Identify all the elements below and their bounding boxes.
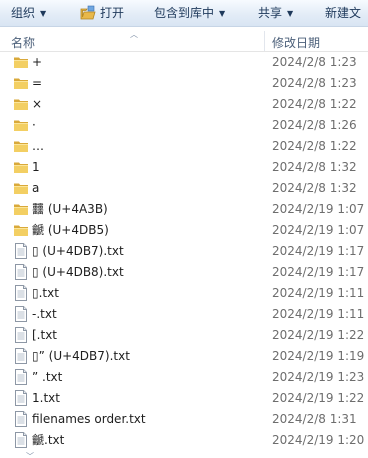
open-label: 打开 (100, 6, 125, 20)
file-name: 䶵.txt (32, 433, 65, 447)
file-name: … (32, 139, 44, 153)
file-date-modified: 2024/2/19 1:19 (272, 349, 365, 363)
folder-icon (13, 54, 29, 70)
column-header: ︿ 名称 修改日期 (0, 27, 368, 52)
chevron-down-icon: ▼ (40, 9, 47, 18)
open-button[interactable]: 打开 (80, 0, 124, 26)
file-name: ▯ (U+4DB7).txt (32, 244, 124, 258)
file-date-modified: 2024/2/8 1:23 (272, 55, 357, 69)
file-date-modified: 2024/2/8 1:26 (272, 118, 357, 132)
file-date-modified: 2024/2/19 1:22 (272, 328, 365, 342)
chevron-down-icon: ▼ (219, 9, 226, 18)
file-date-modified: 2024/2/19 1:17 (272, 265, 365, 279)
file-date-modified: 2024/2/19 1:11 (272, 307, 365, 321)
text-file-icon (13, 243, 29, 259)
folder-icon (13, 96, 29, 112)
file-list: +2024/2/8 1:23 = 2024/2/8 1:23 × 2024/2/8 1:… (0, 52, 368, 451)
file-row[interactable]: ▯” (U+4DB7).txt 2024/2/19 1:19 (0, 346, 368, 367)
column-divider[interactable] (264, 31, 265, 51)
file-name: 䨻 (U+4A3B) (32, 202, 108, 216)
file-name: × (32, 97, 43, 111)
organize-menu-button[interactable]: 组织 ▼ (11, 0, 46, 26)
file-date-modified: 2024/2/19 1:22 (272, 391, 365, 405)
file-name: 1.txt (32, 391, 60, 405)
file-name: ” .txt (32, 370, 63, 384)
folder-icon (13, 138, 29, 154)
text-file-icon (13, 348, 29, 364)
folder-icon (13, 201, 29, 217)
text-file-icon (13, 264, 29, 280)
file-row[interactable]: ▯ (U+4DB7).txt 2024/2/19 1:17 (0, 241, 368, 262)
file-date-modified: 2024/2/19 1:07 (272, 223, 365, 237)
folder-icon (13, 222, 29, 238)
file-date-modified: 2024/2/8 1:32 (272, 160, 357, 174)
folder-icon (13, 159, 29, 175)
folder-row[interactable]: × 2024/2/8 1:22 (0, 94, 368, 115)
file-date-modified: 2024/2/19 1:20 (272, 433, 365, 447)
new-folder-label: 新建文 (325, 6, 362, 20)
file-name: filenames order.txt (32, 412, 146, 426)
file-row[interactable]: ▯ (U+4DB8).txt 2024/2/19 1:17 (0, 262, 368, 283)
sort-ascending-icon: ︿ (130, 30, 138, 39)
file-date-modified: 2024/2/8 1:22 (272, 97, 357, 111)
file-row[interactable]: ▯.txt 2024/2/19 1:11 (0, 283, 368, 304)
folder-row[interactable]: · 2024/2/8 1:26 (0, 115, 368, 136)
file-row[interactable]: filenames order.txt 2024/2/8 1:31 (0, 409, 368, 430)
folder-row[interactable]: a 2024/2/8 1:32 (0, 178, 368, 199)
text-file-icon (13, 306, 29, 322)
file-name: [.txt (32, 328, 58, 342)
command-bar: 组织 ▼ 打开 包含到库中 ▼ 共享 ▼ 新建文 (0, 0, 368, 27)
file-date-modified: 2024/2/8 1:23 (272, 76, 357, 90)
file-name: ▯ (U+4DB8).txt (32, 265, 124, 279)
folder-row[interactable]: +2024/2/8 1:23 (0, 52, 368, 73)
file-name: ▯” (U+4DB7).txt (32, 349, 130, 363)
folder-row[interactable]: … 2024/2/8 1:22 (0, 136, 368, 157)
include-in-library-button[interactable]: 包含到库中 ▼ (154, 0, 225, 26)
file-row[interactable]: 䶵.txt 2024/2/19 1:20 (0, 430, 368, 451)
file-name: 䶵 (U+4DB5) (32, 223, 109, 237)
text-file-icon (13, 327, 29, 343)
file-date-modified: 2024/2/8 1:22 (272, 139, 357, 153)
file-name: 1 (32, 160, 40, 174)
file-row[interactable]: [.txt 2024/2/19 1:22 (0, 325, 368, 346)
file-date-modified: 2024/2/19 1:17 (272, 244, 365, 258)
scroll-down-icon[interactable]: ﹀ (26, 451, 34, 458)
folder-row[interactable]: = 2024/2/8 1:23 (0, 73, 368, 94)
explorer-window: 组织 ▼ 打开 包含到库中 ▼ 共享 ▼ 新建文 ︿ 名称 修改日期 +2024/2/… (0, 0, 368, 458)
text-file-icon (13, 390, 29, 406)
file-date-modified: 2024/2/19 1:07 (272, 202, 365, 216)
file-name: · (32, 118, 36, 132)
file-name: ▯.txt (32, 286, 59, 300)
folder-row[interactable]: 䶵 (U+4DB5) 2024/2/19 1:07 (0, 220, 368, 241)
share-button[interactable]: 共享 ▼ (258, 0, 293, 26)
file-name: + (32, 55, 43, 69)
folder-row[interactable]: 䨻 (U+4A3B) 2024/2/19 1:07 (0, 199, 368, 220)
file-date-modified: 2024/2/8 1:32 (272, 181, 357, 195)
text-file-icon (13, 369, 29, 385)
new-folder-button[interactable]: 新建文 (325, 0, 361, 26)
folder-icon (13, 117, 29, 133)
share-label: 共享 (258, 6, 283, 20)
file-row[interactable]: ” .txt 2024/2/19 1:23 (0, 367, 368, 388)
file-row[interactable]: 1.txt 2024/2/19 1:22 (0, 388, 368, 409)
organize-label: 组织 (11, 6, 36, 20)
file-date-modified: 2024/2/8 1:31 (272, 412, 357, 426)
include-in-library-label: 包含到库中 (154, 6, 215, 20)
file-date-modified: 2024/2/19 1:23 (272, 370, 365, 384)
text-file-icon (13, 285, 29, 301)
date-modified-column-header[interactable]: 修改日期 (272, 27, 320, 51)
open-icon (80, 5, 96, 20)
folder-icon (13, 180, 29, 196)
file-name: a (32, 181, 40, 195)
text-file-icon (13, 432, 29, 448)
text-file-icon (13, 411, 29, 427)
folder-icon (13, 75, 29, 91)
chevron-down-icon: ▼ (287, 9, 294, 18)
file-name: -.txt (32, 307, 57, 321)
file-row[interactable]: -.txt 2024/2/19 1:11 (0, 304, 368, 325)
name-column-header[interactable]: 名称 (11, 27, 35, 51)
folder-row[interactable]: 1 2024/2/8 1:32 (0, 157, 368, 178)
file-name: = (32, 76, 43, 90)
file-date-modified: 2024/2/19 1:11 (272, 286, 365, 300)
